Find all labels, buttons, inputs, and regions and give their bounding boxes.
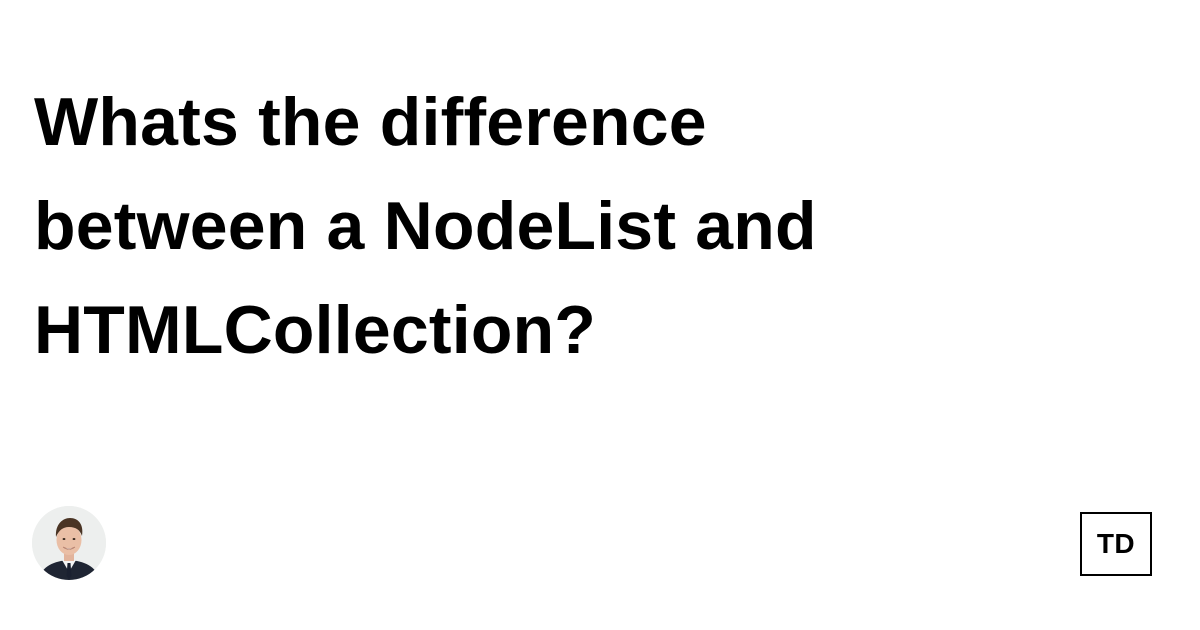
post-title: Whats the difference between a NodeList … [34, 84, 817, 368]
site-logo[interactable]: TD [1080, 512, 1152, 576]
author-avatar-photo [32, 506, 106, 580]
social-share-card: Whats the difference between a NodeList … [0, 0, 1200, 630]
author-avatar [32, 506, 106, 580]
